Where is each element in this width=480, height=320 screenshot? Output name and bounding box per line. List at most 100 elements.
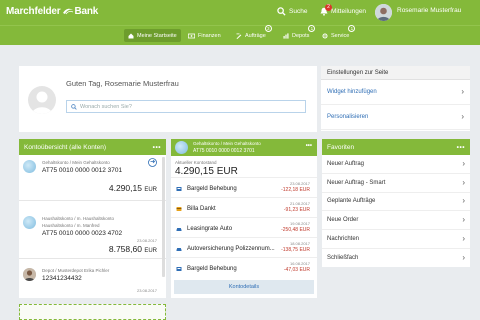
top-bar: Marchfelder Bank Suche 2 Mitteilungen Ros… [0,0,480,25]
account-balance-value: 8.758,60 [108,244,142,254]
nav-label: Meine Startseite [137,32,177,39]
favorite-messages[interactable]: Nachrichten › [322,230,470,249]
main-nav: Meine Startseite Finanzen Aufträge 3 Dep… [0,25,480,45]
add-widget-link[interactable]: Widget hinzufügen › [321,80,470,105]
user-avatar[interactable] [375,4,392,21]
nav-item-depots[interactable]: Depots 1 [279,25,316,42]
nav-item-service[interactable]: Service 1 [318,25,356,42]
account-sub-label: Depot / Musterdepot Erika Pichler [42,268,110,273]
favorites-card: Favoriten ••• Neuer Auftrag › Neuer Auftr… [322,139,470,267]
search-label: Suche [289,8,308,15]
account-currency: EUR [144,248,157,254]
nav-label: Service [331,32,350,39]
default-avatar-icon [32,91,52,114]
user-avatar-icon [375,4,392,21]
bank-logo[interactable]: Marchfelder Bank [6,6,98,17]
chevron-right-icon: › [462,253,465,263]
transaction-row[interactable]: Billa Dankt 21.08.2017 -91,23 EUR [171,197,317,219]
favorite-planned-orders[interactable]: Geplante Aufträge › [322,193,470,212]
favorite-label: Schließfach [327,255,359,262]
personalize-link[interactable]: Personalisieren › [321,105,470,130]
search-icon [71,103,77,110]
transaction-row[interactable]: Bargeld Behebung 23.08.2017 -122,18 EUR [171,177,317,199]
account-item[interactable]: Depot / Musterdepot Erika Pichler 123412… [19,259,166,298]
nav-label: Depots [292,32,310,39]
messages-button[interactable]: 2 Mitteilungen [320,4,366,16]
nav-badge: 1 [348,25,356,32]
chevron-right-icon: › [461,112,464,121]
transaction-amount: -122,18 EUR [281,187,310,193]
accounts-overview-card: Kontoübersicht (alle Konten) ••• Gehalts… [19,139,166,298]
favorite-new-order-smart[interactable]: Neuer Auftrag - Smart › [322,174,470,193]
chevron-right-icon: › [461,87,464,96]
more-menu-icon[interactable]: ••• [457,144,465,151]
logo-mark-icon [62,8,73,15]
accounts-overview-title: Kontoübersicht (alle Konten) [24,143,107,151]
account-balance: 4.290,15 EUR [109,183,157,193]
person-photo-icon [23,268,36,281]
favorite-label: Neuer Auftrag [327,160,365,167]
transaction-name: Bargeld Behebung [187,186,237,192]
money-icon [188,33,195,38]
transaction-name: Billa Dankt [187,206,216,212]
account-currency: EUR [144,187,157,193]
transfer-icon[interactable] [148,158,157,167]
depot-avatar [23,268,36,281]
favorite-new-securities-order[interactable]: Neue Order › [322,211,470,231]
nav-label: Aufträge [245,32,266,39]
favorite-safe-deposit[interactable]: Schließfach › [322,249,470,268]
settings-card: Einstellungen zur Seite Widget hinzufüge… [321,66,470,131]
favorites-title: Favoriten [327,143,355,151]
orders-icon [236,33,242,39]
more-menu-icon[interactable]: ••• [306,143,312,149]
transaction-amount: -91,23 EUR [283,207,310,213]
service-icon [322,33,328,38]
user-name-label: Rosemarie Musterfrau [397,7,462,14]
transaction-date: 23.08.2017 [289,181,310,186]
add-widget-label: Widget hinzufügen [327,89,377,95]
current-balance-label: Aktueller Kontostand [175,160,217,165]
account-icon [23,216,36,229]
logo-text-left: Marchfelder [6,6,61,17]
profile-avatar[interactable] [28,86,56,114]
nav-item-startseite[interactable]: Meine Startseite [124,29,181,42]
account-sub-label: Haushaltskonto / m. Haushaltskonto [42,216,115,221]
account-details-button[interactable]: Kontodetails [174,280,314,294]
nav-badge: 3 [264,25,272,32]
favorite-new-order[interactable]: Neuer Auftrag › [322,155,470,174]
transaction-name: Bargeld Behebung [187,266,237,272]
account-item[interactable]: Gehaltskonto / Mein Gehaltskonto AT75 00… [19,155,166,201]
search-placeholder: Wonach suchen Sie? [80,103,132,110]
accounts-overview-header: Kontoübersicht (alle Konten) ••• [19,139,166,155]
account-detail-header: Gehaltskonto / Mein Gehaltskonto AT75 00… [171,139,317,156]
more-menu-icon[interactable]: ••• [153,144,161,151]
accounts-scrollbar[interactable] [162,157,165,277]
search-button[interactable]: Suche [277,7,307,16]
chevron-right-icon: › [462,234,465,244]
favorites-header: Favoriten ••• [322,139,470,155]
empty-widget-slot[interactable] [19,304,166,320]
account-item[interactable]: Haushaltskonto / m. Haushaltskonto Haush… [19,201,166,259]
depot-icon [283,32,289,39]
nav-badge: 1 [308,25,316,32]
search-input[interactable]: Wonach suchen Sie? [66,100,306,113]
transaction-row[interactable]: Leasingrate Auto 19.08.2017 -250,48 EUR [171,217,317,239]
transaction-name: Leasingrate Auto [187,226,233,232]
transaction-row[interactable]: Autoversicherung Polizzennum... 18.08.20… [171,237,317,259]
chevron-right-icon: › [462,177,465,187]
search-icon [277,7,286,16]
nav-item-auftraege[interactable]: Aufträge 3 [232,25,272,42]
transaction-name: Autoversicherung Polizzennum... [187,246,275,252]
detail-account-iban: AT75 0010 0000 0012 3701 [193,148,255,154]
messages-count-badge: 2 [325,4,332,11]
account-balance: 8.758,60 EUR [109,244,157,254]
transaction-amount: -138,75 EUR [281,247,310,253]
settings-title: Einstellungen zur Seite [321,66,470,80]
user-name[interactable]: Rosemarie Musterfrau [397,7,461,14]
transaction-amount: -250,48 EUR [281,227,310,233]
transaction-amount: -47,03 EUR [283,267,310,273]
nav-item-finanzen[interactable]: Finanzen [184,29,225,42]
account-sub-label-2: Haushaltskonto / m. Manfred [42,223,100,228]
transaction-row[interactable]: Bargeld Behebung 16.08.2017 -47,03 EUR [171,257,317,279]
favorite-label: Geplante Aufträge [327,198,376,205]
